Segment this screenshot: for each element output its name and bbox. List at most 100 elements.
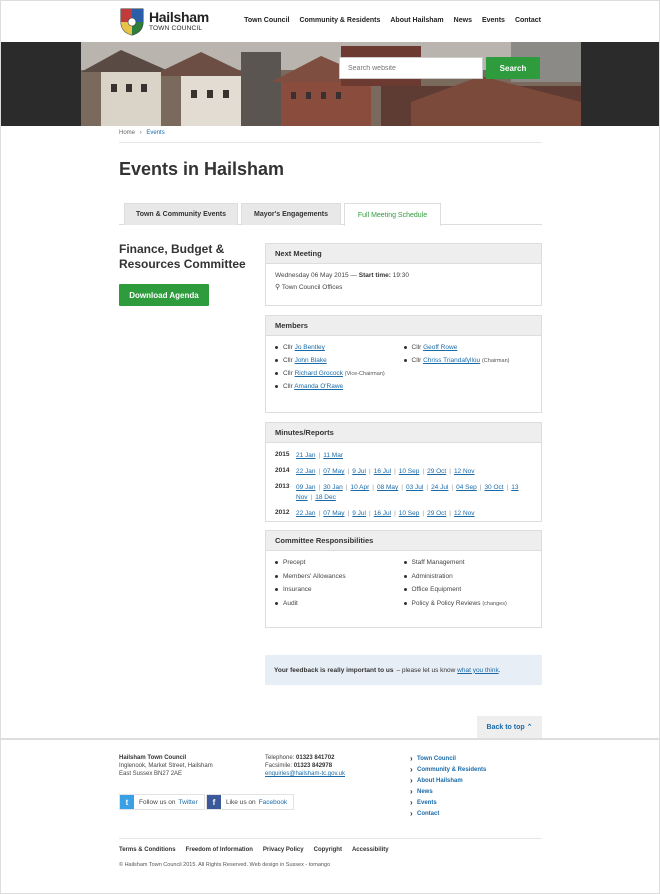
minutes-date-link[interactable]: 16 Jul [374, 468, 391, 475]
fax-label: Facsimile: [265, 763, 293, 769]
date-separator: | [449, 510, 451, 517]
meeting-location: ⚲ Town Council Offices [275, 283, 532, 291]
member-link[interactable]: Amanda O'Rawe [294, 383, 343, 390]
minutes-date-link[interactable]: 12 Nov [454, 510, 475, 517]
legal-terms[interactable]: Terms & Conditions [119, 847, 176, 853]
back-to-top-button[interactable]: Back to top ⌃ [477, 716, 542, 738]
minutes-panel: Minutes/Reports 2015 21 Jan | 11 Mar 2014 22 … [265, 422, 542, 522]
tab-full-meeting-schedule[interactable]: Full Meeting Schedule [344, 203, 441, 226]
nav-news[interactable]: News [454, 17, 472, 24]
minutes-date-link[interactable]: 29 Oct [427, 468, 446, 475]
footer-org: Hailsham Town Council [119, 755, 187, 761]
member-role: (Vice-Chairman) [344, 371, 385, 377]
minutes-date-link[interactable]: 22 Jan [296, 510, 316, 517]
minutes-date-link[interactable]: 07 May [323, 468, 344, 475]
nav-events[interactable]: Events [482, 17, 505, 24]
email-link[interactable]: enquiries@hailsham-tc.gov.uk [265, 771, 345, 777]
minutes-year: 2012 [275, 509, 290, 516]
footer-link-news[interactable]: News [410, 786, 486, 798]
responsibility-item: Precept [275, 559, 404, 566]
minutes-date-link[interactable]: 30 Jan [323, 484, 343, 491]
member-item: Cllr John Blake [275, 357, 404, 364]
twitter-text: Follow us on [139, 798, 176, 806]
committee-title: Finance, Budget & Resources Committee [119, 242, 246, 271]
date-separator: | [426, 484, 429, 491]
minutes-date-link[interactable]: 04 Sep [456, 484, 477, 491]
minutes-date-link[interactable]: 07 May [323, 510, 344, 517]
minutes-date-link[interactable]: 10 Sep [399, 468, 420, 475]
nav-about-hailsham[interactable]: About Hailsham [390, 17, 443, 24]
member-link[interactable]: Geoff Rowe [423, 344, 457, 351]
minutes-date-link[interactable]: 12 Nov [454, 468, 475, 475]
legal-copyright[interactable]: Copyright [314, 847, 342, 853]
minutes-date-link[interactable]: 08 May [377, 484, 398, 491]
member-prefix: Cllr [411, 344, 422, 351]
member-link[interactable]: Jo Bentley [295, 344, 325, 351]
minutes-date-link[interactable]: 09 Jan [296, 484, 316, 491]
footer-link-contact[interactable]: Contact [410, 808, 486, 820]
nav-town-council[interactable]: Town Council [244, 17, 289, 24]
facebook-like-button[interactable]: f Like us on Facebook [206, 794, 295, 810]
nav-community-residents[interactable]: Community & Residents [299, 17, 380, 24]
member-prefix: Cllr [283, 357, 293, 364]
legal-privacy[interactable]: Privacy Policy [263, 847, 304, 853]
footer-link-about-hailsham[interactable]: About Hailsham [410, 775, 486, 787]
search-input[interactable] [339, 57, 483, 79]
minutes-date-link[interactable]: 11 Mar [323, 452, 343, 459]
minutes-date-link[interactable]: 29 Oct [427, 510, 446, 517]
minutes-date-link[interactable]: 03 Jul [406, 484, 423, 491]
nav-contact[interactable]: Contact [515, 17, 541, 24]
legal-foi[interactable]: Freedom of Information [186, 847, 253, 853]
member-link[interactable]: John Blake [295, 357, 327, 364]
minutes-date-link[interactable]: 30 Oct [484, 484, 503, 491]
members-right-column: Cllr Geoff Rowe Cllr Chriss Triandafyllo… [403, 344, 533, 396]
minutes-date-link[interactable]: 9 Jul [352, 468, 366, 475]
member-prefix: Cllr [283, 383, 293, 390]
tab-mayors-engagements[interactable]: Mayor's Engagements [241, 203, 341, 225]
breadcrumb: Home › Events [119, 130, 165, 136]
minutes-date-link[interactable]: 24 Jul [431, 484, 448, 491]
minutes-date-link[interactable]: 9 Jul [352, 510, 366, 517]
date-separator: | [449, 468, 451, 475]
download-agenda-button[interactable]: Download Agenda [119, 284, 209, 306]
minutes-date-link[interactable]: 16 Jul [374, 510, 391, 517]
minutes-date-link[interactable]: 21 Jan [296, 452, 316, 459]
member-item: Cllr Chriss Triandafyllou (Chairman) [403, 357, 533, 364]
minutes-date-link[interactable]: 18 Dec [315, 494, 336, 501]
minutes-year: 2013 [275, 483, 290, 490]
twitter-follow-button[interactable]: t Follow us on Twitter [119, 794, 205, 810]
footer-link-events[interactable]: Events [410, 797, 486, 809]
date-separator: | [372, 484, 374, 491]
footer-nav: Town Council Community & Residents About… [410, 753, 486, 820]
feedback-text: – please let us know [396, 666, 456, 674]
member-link[interactable]: Chriss Triandafyllou [423, 357, 480, 364]
logo[interactable]: Hailsham TOWN COUNCIL [119, 6, 211, 38]
responsibility-item: Audit [275, 600, 404, 607]
copyright-text: © Hailsham Town Council 2015. All Rights… [119, 862, 331, 868]
tab-town-community-events[interactable]: Town & Community Events [124, 203, 238, 225]
minutes-year-row: 2012 22 Jan | 07 May | 9 Jul | 16 Jul | 10 Sep | 29… [275, 509, 532, 519]
feedback-link[interactable]: what you think [457, 667, 499, 674]
crest-icon [120, 8, 144, 36]
responsibilities-panel: Committee Responsibilities Precept Membe… [265, 530, 542, 628]
minutes-date-link[interactable]: 10 Sep [399, 510, 420, 517]
member-link[interactable]: Richard Grocock [295, 370, 343, 377]
footer-addr1: Inglenook, Market Street, Hailsham [119, 763, 213, 769]
member-prefix: Cllr [411, 357, 422, 364]
member-prefix: Cllr [283, 344, 293, 351]
footer-link-town-council[interactable]: Town Council [410, 753, 486, 765]
panel-heading: Members [266, 316, 541, 336]
search-button[interactable]: Search [486, 57, 540, 79]
minutes-date-link[interactable]: 22 Jan [296, 468, 316, 475]
twitter-icon: t [120, 795, 134, 809]
breadcrumb-home[interactable]: Home [119, 130, 135, 136]
responsibility-item: Staff Management [403, 559, 533, 566]
responsibilities-right-column: Staff Management Administration Office E… [403, 559, 533, 613]
footer-address: Hailsham Town Council Inglenook, Market … [119, 754, 213, 778]
date-separator: | [369, 468, 371, 475]
legal-accessibility[interactable]: Accessibility [352, 847, 389, 853]
minutes-date-link[interactable]: 10 Apr [350, 484, 369, 491]
footer-link-community-residents[interactable]: Community & Residents [410, 764, 486, 776]
facebook-link: Facebook [258, 798, 288, 806]
breadcrumb-events[interactable]: Events [146, 130, 164, 136]
